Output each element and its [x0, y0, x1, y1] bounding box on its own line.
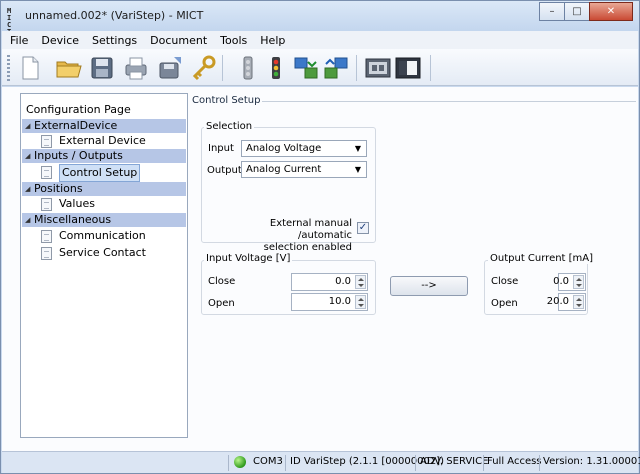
toolbar-grip[interactable] — [7, 55, 10, 81]
output-label: Output — [207, 165, 242, 176]
status-separator — [415, 455, 416, 471]
status-separator — [285, 455, 286, 471]
spin-down-icon[interactable] — [358, 304, 364, 307]
new-document-icon[interactable] — [16, 54, 44, 82]
terminal-icon[interactable] — [394, 54, 422, 82]
menu-file[interactable]: File — [10, 34, 28, 47]
input-open-label: Open — [208, 298, 235, 309]
selection-group-label: Selection — [204, 121, 255, 132]
spin-up-icon[interactable] — [358, 298, 364, 301]
input-close-label: Close — [208, 276, 236, 287]
output-open-label: Open — [491, 298, 518, 309]
input-open-spinbox[interactable]: 10.0 — [291, 293, 368, 311]
page-icon — [41, 166, 52, 179]
spin-buttons[interactable] — [355, 295, 366, 309]
traffic-light-icon[interactable] — [262, 54, 290, 82]
spin-buttons[interactable] — [355, 275, 366, 289]
menu-document[interactable]: Document — [150, 34, 207, 47]
tree-title: Configuration Page — [26, 103, 131, 116]
input-voltage-group-label: Input Voltage [V] — [204, 253, 293, 264]
collapse-triangle-icon[interactable]: ◢ — [25, 119, 34, 133]
page-icon — [41, 198, 52, 211]
collapse-triangle-icon[interactable]: ◢ — [25, 213, 34, 227]
collapse-triangle-icon[interactable]: ◢ — [25, 149, 34, 163]
status-mode: ADV. SERVICE — [420, 456, 489, 467]
transfer-down-icon[interactable] — [292, 54, 320, 82]
status-separator — [539, 455, 540, 471]
spin-up-icon[interactable] — [576, 298, 582, 301]
spin-up-icon[interactable] — [576, 278, 582, 281]
menu-tools[interactable]: Tools — [220, 34, 247, 47]
menu-device[interactable]: Device — [41, 34, 79, 47]
dropdown-arrow-icon[interactable]: ▼ — [355, 141, 361, 156]
page-icon — [41, 135, 52, 148]
key-icon[interactable] — [190, 54, 218, 82]
spin-buttons[interactable] — [573, 275, 584, 289]
dropdown-arrow-icon[interactable]: ▼ — [355, 162, 361, 177]
status-bar: COM3 ID VariStep (2.1.1 [00000002]) ADV.… — [2, 451, 640, 473]
window-title: unnamed.002* (VariStep) - MICT — [25, 9, 204, 22]
panel-title: Control Setup — [192, 95, 261, 106]
save-to-device-icon[interactable] — [156, 54, 184, 82]
tree-section-externaldevice[interactable]: ◢ ExternalDevice — [22, 119, 186, 133]
panel-divider — [262, 101, 636, 102]
toolbar-separator — [222, 55, 223, 81]
page-icon — [41, 230, 52, 243]
page-icon — [41, 247, 52, 260]
close-button[interactable]: ✕ — [589, 2, 633, 21]
output-open-spinbox[interactable]: 20.0 — [547, 293, 586, 311]
app-window: M IC T unnamed.002* (VariStep) - MICT – … — [0, 0, 640, 474]
configuration-tree[interactable]: Configuration Page ◢ ExternalDevice Exter… — [20, 93, 188, 438]
toolbar-separator — [430, 55, 431, 81]
toolbar-separator — [356, 55, 357, 81]
map-arrow-button[interactable]: --> — [390, 276, 468, 296]
input-close-spinbox[interactable]: 0.0 — [291, 273, 368, 291]
spin-buttons[interactable] — [573, 295, 584, 309]
menu-help[interactable]: Help — [260, 34, 285, 47]
input-select[interactable]: Analog Voltage ▼ — [241, 140, 367, 157]
main-content: Configuration Page ◢ ExternalDevice Exter… — [2, 87, 638, 451]
input-label: Input — [208, 143, 234, 154]
external-selection-checkbox[interactable]: ✓ — [357, 222, 369, 234]
connection-status-icon — [234, 456, 246, 468]
signal-gray-icon[interactable] — [234, 54, 262, 82]
app-logo-icon: M IC T — [7, 7, 13, 36]
output-current-group-label: Output Current [mA] — [488, 253, 596, 264]
menu-settings[interactable]: Settings — [92, 34, 137, 47]
spin-up-icon[interactable] — [358, 278, 364, 281]
spin-down-icon[interactable] — [576, 304, 582, 307]
status-separator — [483, 455, 484, 471]
status-separator — [228, 455, 229, 471]
spin-down-icon[interactable] — [358, 284, 364, 287]
tree-section-miscellaneous[interactable]: ◢ Miscellaneous — [22, 213, 186, 227]
output-select[interactable]: Analog Current ▼ — [241, 161, 367, 178]
tree-section-inputs-outputs[interactable]: ◢ Inputs / Outputs — [22, 149, 186, 163]
display-icon[interactable] — [364, 54, 392, 82]
menu-bar: File Device Settings Document Tools Help — [2, 31, 638, 49]
print-icon[interactable] — [122, 54, 150, 82]
minimize-button[interactable]: – — [539, 2, 565, 21]
output-close-spinbox[interactable]: 0.0 — [553, 273, 586, 291]
open-folder-icon[interactable] — [54, 54, 82, 82]
toolbar — [2, 49, 638, 86]
status-access: Full Access — [487, 456, 542, 467]
spin-down-icon[interactable] — [576, 284, 582, 287]
output-close-label: Close — [491, 276, 519, 287]
title-bar[interactable]: M IC T unnamed.002* (VariStep) - MICT – … — [1, 1, 639, 36]
tree-section-positions[interactable]: ◢ Positions — [22, 182, 186, 196]
status-port: COM3 — [253, 456, 283, 467]
external-selection-label: External manual /automatic selection ena… — [263, 218, 352, 253]
status-version: Version: 1.31.00001 — [543, 456, 640, 467]
transfer-up-icon[interactable] — [322, 54, 350, 82]
save-icon[interactable] — [88, 54, 116, 82]
maximize-button[interactable]: □ — [564, 2, 590, 21]
collapse-triangle-icon[interactable]: ◢ — [25, 182, 34, 196]
